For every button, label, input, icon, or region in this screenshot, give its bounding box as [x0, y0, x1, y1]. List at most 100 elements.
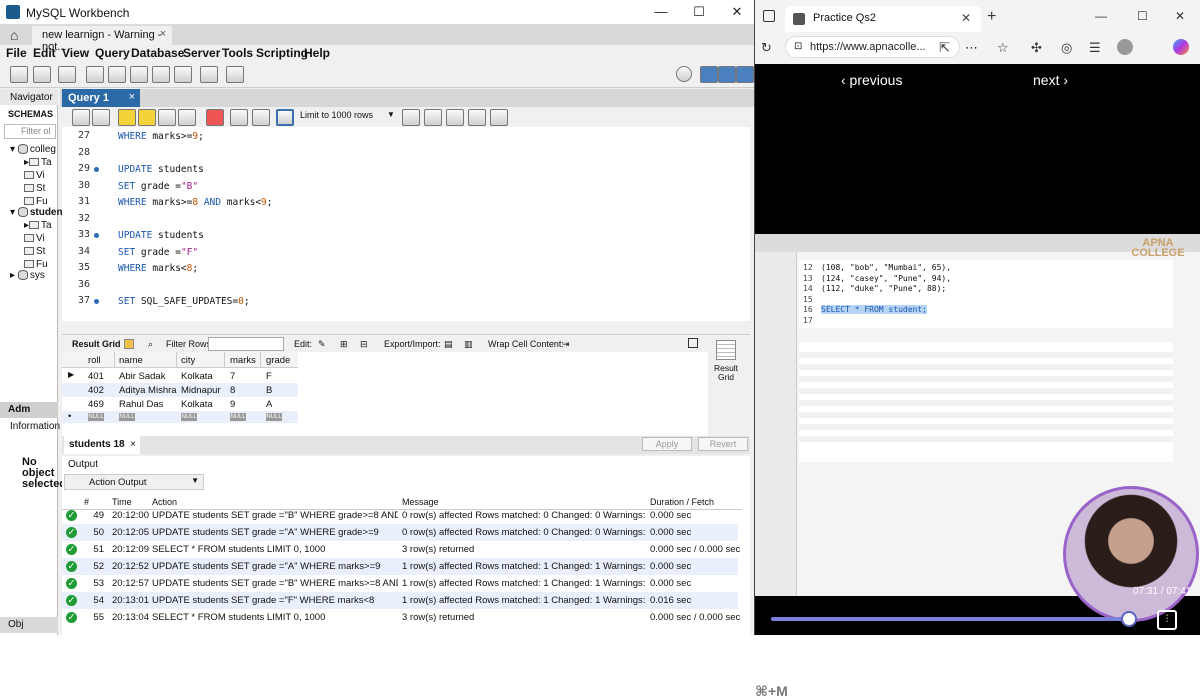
schema-tree-item[interactable]: Vi — [24, 233, 45, 244]
column-header[interactable]: city — [181, 355, 195, 366]
close-query-tab-icon[interactable]: × — [129, 91, 135, 103]
schema-tree-item[interactable]: Vi — [24, 170, 45, 181]
toggle-output-icon[interactable] — [718, 66, 736, 83]
limit-rows-select[interactable]: Limit to 1000 rows — [300, 110, 373, 120]
column-header[interactable]: roll — [88, 355, 101, 366]
schema-tree-item[interactable]: ▸ Ta — [24, 220, 52, 231]
create-view-icon[interactable] — [130, 66, 148, 83]
import-icon[interactable]: ▥ — [464, 339, 473, 350]
table-cell[interactable]: Abir Sadak — [119, 371, 165, 382]
menu-file[interactable]: File — [6, 46, 27, 60]
panel-toggle-icon[interactable] — [688, 338, 698, 348]
apply-button[interactable]: Apply — [642, 437, 692, 451]
open-file-icon[interactable] — [72, 109, 90, 126]
close-tab-icon[interactable]: × — [160, 28, 166, 40]
maximize-icon[interactable]: ☐ — [684, 4, 714, 21]
edit-row-icon[interactable]: ✎ — [318, 339, 326, 350]
table-cell[interactable]: 469 — [88, 399, 104, 410]
output-row[interactable]: ✓ 52 20:12:52 UPDATE students SET grade ="A… — [62, 558, 738, 575]
profile-avatar[interactable] — [1117, 39, 1133, 55]
address-bar[interactable]: ⊡ https://www.apnacolle... — [785, 36, 960, 58]
export-icon[interactable]: ▤ — [444, 339, 453, 350]
close-result-tab-icon[interactable]: × — [130, 439, 136, 450]
minimize-icon[interactable]: — — [1095, 9, 1107, 23]
sidebar-toggle-icon[interactable] — [763, 10, 775, 22]
settings-gear-icon[interactable] — [676, 66, 692, 82]
previous-link[interactable]: ‹ previous — [841, 72, 902, 88]
filter-rows-input[interactable] — [208, 337, 284, 351]
table-cell[interactable]: 8 — [230, 385, 235, 396]
table-cell[interactable]: A — [266, 399, 272, 410]
output-row[interactable]: ✓ 54 20:13:01 UPDATE students SET grade ="F… — [62, 592, 738, 609]
new-sql-tab-icon[interactable] — [10, 66, 28, 83]
table-cell[interactable]: Rahul Das — [119, 399, 163, 410]
new-row[interactable]: • NULL NULL NULL NULL NULL — [62, 411, 298, 423]
toggle-error-icon[interactable] — [206, 109, 224, 126]
find-icon[interactable] — [424, 109, 442, 126]
output-row[interactable]: ✓ 50 20:12:05 UPDATE students SET grade ="A… — [62, 524, 738, 541]
schema-tree-item[interactable]: Fu — [24, 259, 48, 270]
more-icon[interactable]: ⋯ — [965, 40, 978, 56]
execute-current-icon[interactable] — [138, 109, 156, 126]
snippet-icon[interactable] — [490, 109, 508, 126]
menu-view[interactable]: View — [62, 46, 89, 60]
menu-database[interactable]: Database — [131, 46, 184, 60]
open-in-app-icon[interactable]: ⇱ — [939, 40, 950, 56]
result-grid-side-button[interactable]: Result Grid — [710, 336, 742, 406]
wrap-lines-icon[interactable] — [468, 109, 486, 126]
explain-icon[interactable] — [158, 109, 176, 126]
table-cell[interactable]: Midnapur — [181, 385, 221, 396]
schema-tree-item[interactable]: St — [24, 246, 45, 257]
menu-help[interactable]: Help — [304, 46, 330, 60]
invisible-chars-icon[interactable] — [446, 109, 464, 126]
table-cell[interactable]: 9 — [230, 399, 235, 410]
schema-tree-item[interactable]: Fu — [24, 196, 48, 207]
settings-sliders-icon[interactable]: ⫶ — [1157, 610, 1177, 630]
commit-icon[interactable] — [230, 109, 248, 126]
toggle-secondary-sidebar-icon[interactable] — [736, 66, 754, 83]
table-cell[interactable]: Kolkata — [181, 399, 213, 410]
close-icon[interactable]: ✕ — [1175, 9, 1185, 23]
table-cell[interactable]: 402 — [88, 385, 104, 396]
table-row[interactable]: ▶ 401 Abir Sadak Kolkata 7 F — [62, 369, 298, 383]
menu-scripting[interactable]: Scripting — [256, 46, 308, 60]
copilot-icon[interactable] — [1173, 39, 1189, 55]
search-table-data-icon[interactable] — [200, 66, 218, 83]
menu-query[interactable]: Query — [95, 46, 130, 60]
schema-filter-input[interactable]: Filter ol — [4, 124, 56, 139]
column-header[interactable]: name — [119, 355, 143, 366]
rollback-icon[interactable] — [252, 109, 270, 126]
home-icon[interactable]: ⌂ — [10, 27, 18, 43]
grid-icon[interactable] — [124, 339, 134, 349]
delete-row-icon[interactable]: ⊟ — [360, 339, 368, 350]
table-cell[interactable]: Aditya Mishra — [119, 385, 177, 396]
schema-tree-item[interactable]: ▾ studen — [10, 207, 63, 218]
reconnect-icon[interactable] — [226, 66, 244, 83]
stop-icon[interactable] — [178, 109, 196, 126]
reload-icon[interactable]: ↻ — [761, 40, 772, 56]
output-row[interactable]: ✓ 51 20:12:09 SELECT * FROM students LIMIT … — [62, 541, 740, 558]
revert-button[interactable]: Revert — [698, 437, 748, 451]
table-cell[interactable]: Kolkata — [181, 371, 213, 382]
query-1-tab[interactable]: Query 1 × — [62, 89, 140, 107]
insert-row-icon[interactable]: ⊞ — [340, 339, 348, 350]
beautify-icon[interactable] — [402, 109, 420, 126]
chevron-down-icon[interactable]: ▼ — [387, 110, 395, 119]
menu-server[interactable]: Server — [183, 46, 220, 60]
seek-bar[interactable] — [771, 617, 1129, 621]
execute-icon[interactable] — [118, 109, 136, 126]
save-file-icon[interactable] — [92, 109, 110, 126]
table-cell[interactable]: 7 — [230, 371, 235, 382]
inspector-icon[interactable] — [58, 66, 76, 83]
schema-tree-item[interactable]: St — [24, 183, 45, 194]
favorite-star-icon[interactable]: ☆ — [997, 40, 1009, 56]
column-header[interactable]: marks — [230, 355, 256, 366]
autocommit-icon[interactable] — [276, 109, 294, 126]
administration-tab[interactable]: Adm — [0, 402, 58, 418]
extensions-icon[interactable]: ✣ — [1031, 40, 1042, 56]
output-row[interactable]: ✓ 55 20:13:04 SELECT * FROM students LIMIT … — [62, 609, 740, 626]
table-row[interactable]: 402 Aditya Mishra Midnapur 8 B — [62, 383, 298, 397]
table-cell[interactable]: F — [266, 371, 272, 382]
schema-tree-item[interactable]: ▸ Ta — [24, 157, 52, 168]
close-tab-icon[interactable]: ✕ — [961, 11, 971, 25]
